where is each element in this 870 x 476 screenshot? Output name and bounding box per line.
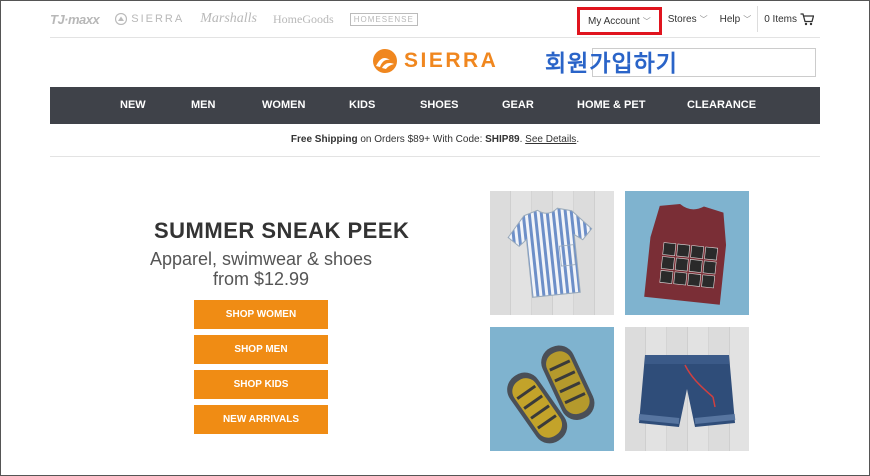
denim-shorts-image — [638, 355, 736, 427]
nav-item-gear[interactable]: GEAR — [502, 99, 534, 111]
see-details-link[interactable]: See Details — [525, 134, 576, 145]
shop-kids-button[interactable]: SHOP KIDS — [194, 370, 328, 399]
tile-sandals[interactable] — [490, 327, 614, 451]
header-divider — [50, 37, 820, 38]
hero-title: SUMMER SNEAK PEEK — [154, 218, 410, 243]
my-account-label: My Account — [588, 15, 640, 27]
cart-link[interactable]: 0 Items — [757, 6, 820, 32]
sierra-logo-link[interactable]: SIERRA — [372, 48, 498, 74]
help-menu[interactable]: Help ﹀ — [714, 6, 758, 32]
promo-banner: Free Shipping on Orders $89+ With Code: … — [0, 134, 870, 145]
stores-label: Stores — [667, 13, 697, 25]
utility-nav: My Account ﹀ Stores ﹀ Help ﹀ 0 Items — [577, 6, 820, 35]
brand-tjmaxx-link[interactable]: TJ·maxx — [50, 12, 100, 27]
nav-item-new[interactable]: NEW — [120, 99, 146, 111]
chevron-down-icon: ﹀ — [743, 14, 752, 24]
brand-sierra-link[interactable]: SIERRA — [115, 13, 184, 25]
tile-denim-shorts[interactable] — [625, 327, 749, 451]
tile-graphic-tee[interactable] — [625, 191, 749, 315]
striped-shirt-image — [507, 207, 593, 298]
nav-item-home-pet[interactable]: HOME & PET — [577, 99, 645, 111]
stores-menu[interactable]: Stores ﹀ — [662, 6, 714, 32]
promo-text-3: . — [576, 134, 580, 145]
main-nav: NEW MEN WOMEN KIDS SHOES GEAR HOME & PET… — [50, 87, 820, 124]
graphic-tee-image — [644, 204, 727, 305]
hero-subtitle-line-1: Apparel, swimwear & shoes — [149, 249, 373, 269]
promo-code: SHIP89 — [485, 134, 520, 145]
nav-item-kids[interactable]: KIDS — [349, 99, 375, 111]
top-bar: TJ·maxx SIERRA Marshalls HomeGoods HOMES… — [50, 6, 820, 35]
nav-item-women[interactable]: WOMEN — [262, 99, 305, 111]
shop-men-button[interactable]: SHOP MEN — [194, 335, 328, 364]
brand-homesense-link[interactable]: HOMESENSE — [349, 12, 418, 26]
promo-free-shipping: Free Shipping — [290, 134, 358, 145]
brand-homegoods-link[interactable]: HomeGoods — [273, 12, 334, 27]
sierra-small-logo-icon — [115, 13, 128, 25]
sandals-image — [507, 345, 595, 444]
new-arrivals-button[interactable]: NEW ARRIVALS — [194, 405, 328, 434]
promo-divider — [50, 156, 820, 157]
nav-item-clearance[interactable]: CLEARANCE — [687, 99, 756, 111]
sierra-logo-icon — [373, 49, 397, 73]
chevron-down-icon: ﹀ — [699, 14, 708, 24]
help-label: Help — [719, 13, 741, 25]
shop-women-button[interactable]: SHOP WOMEN — [194, 300, 328, 329]
signup-overlay-text: 회원가입하기 — [545, 51, 678, 77]
cart-count-label: 0 Items — [764, 13, 797, 25]
sister-brands: TJ·maxx SIERRA Marshalls HomeGoods HOMES… — [50, 11, 418, 27]
chevron-down-icon: ﹀ — [642, 16, 651, 26]
promo-text: on Orders $89+ With Code: — [357, 134, 486, 145]
tile-striped-shirt[interactable] — [490, 191, 614, 315]
sierra-logo-text: SIERRA — [404, 49, 499, 72]
my-account-menu[interactable]: My Account ﹀ — [577, 7, 662, 35]
hero-subtitle-line-2: from $12.99 — [212, 269, 310, 289]
cart-icon — [800, 12, 814, 25]
hero-subtitle: Apparel, swimwear & shoes from $12.99 — [130, 249, 392, 289]
brand-sierra-label: SIERRA — [131, 13, 185, 25]
brand-marshalls-link[interactable]: Marshalls — [200, 11, 257, 27]
nav-item-shoes[interactable]: SHOES — [420, 99, 459, 111]
nav-item-men[interactable]: MEN — [191, 99, 215, 111]
